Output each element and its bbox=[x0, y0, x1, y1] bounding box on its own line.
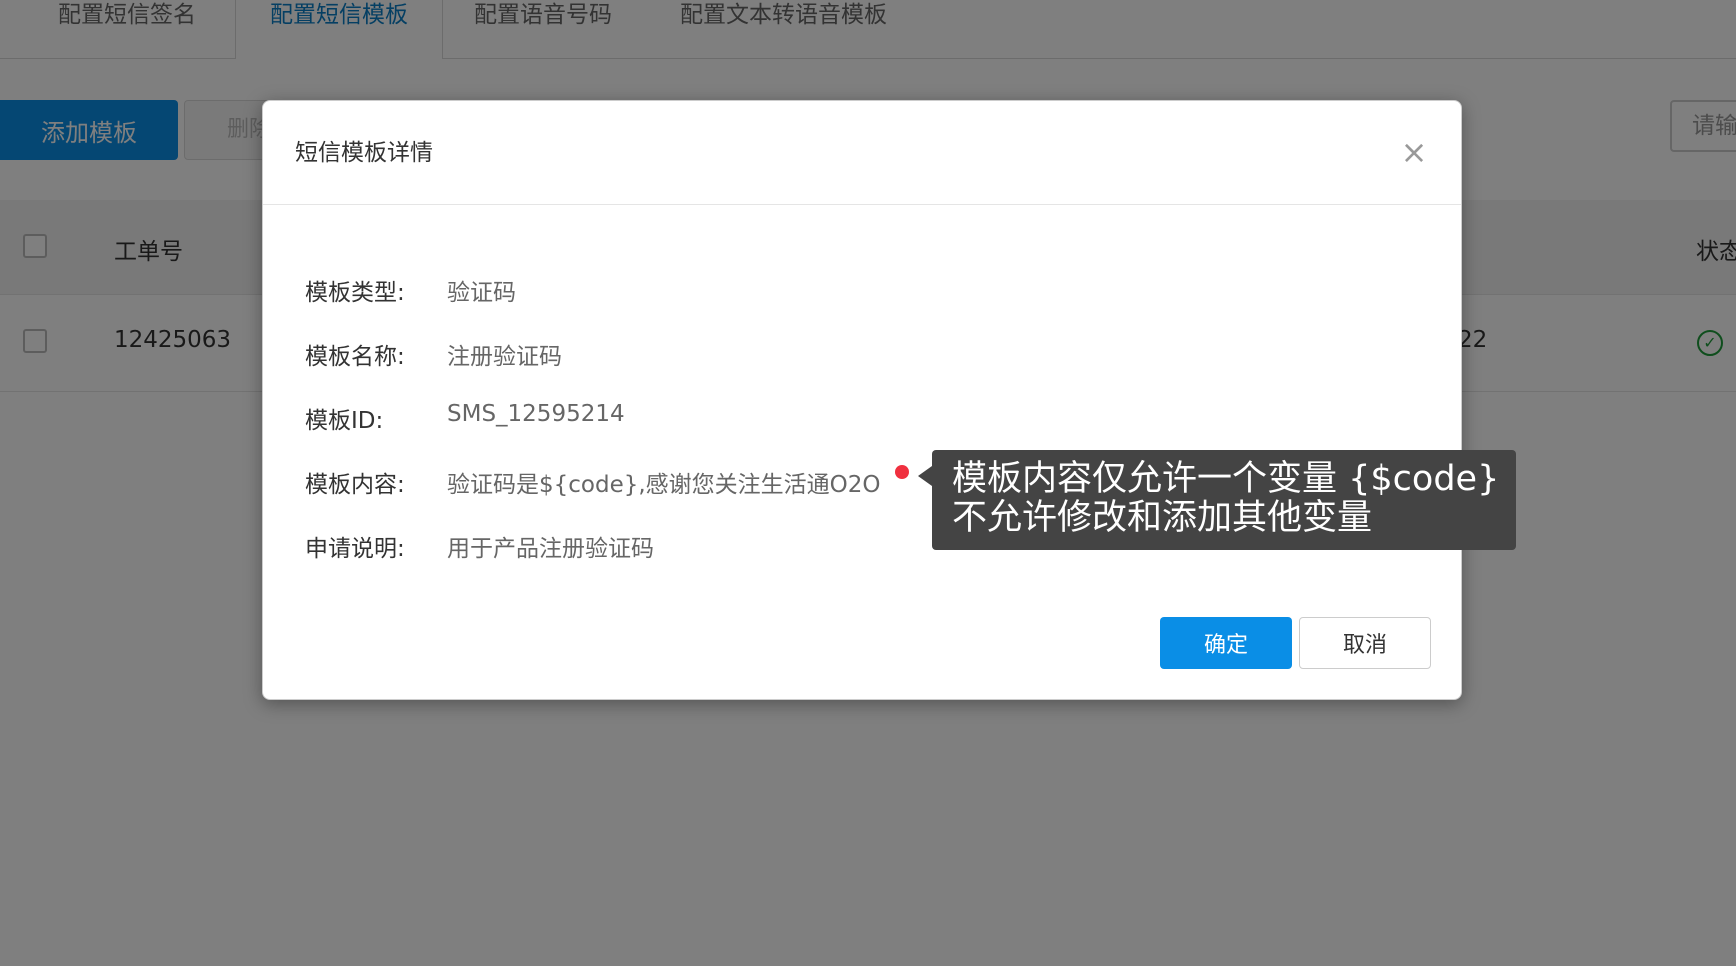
field-label: 模板ID: bbox=[305, 408, 384, 434]
field-label: 模板内容: bbox=[305, 472, 405, 498]
field-value: 验证码是${code},感谢您关注生活通O2O bbox=[447, 472, 881, 498]
field-value: SMS_12595214 bbox=[447, 401, 625, 427]
variable-rule-tooltip: 模板内容仅允许一个变量 {$code} 不允许修改和添加其他变量 bbox=[918, 450, 1516, 550]
field-label: 模板名称: bbox=[305, 344, 405, 370]
field-value: 用于产品注册验证码 bbox=[447, 536, 654, 562]
close-icon[interactable]: × bbox=[1399, 136, 1429, 168]
tooltip-line: 模板内容仅允许一个变量 {$code} bbox=[952, 459, 1500, 499]
field-label: 模板类型: bbox=[305, 280, 405, 306]
modal-header: 短信模板详情 × bbox=[263, 101, 1461, 205]
confirm-button[interactable]: 确定 bbox=[1160, 617, 1292, 669]
modal-title: 短信模板详情 bbox=[295, 140, 433, 166]
tooltip-line: 不允许修改和添加其他变量 bbox=[952, 498, 1373, 538]
field-value: 注册验证码 bbox=[447, 344, 562, 370]
field-value: 验证码 bbox=[447, 280, 516, 306]
field-label: 申请说明: bbox=[305, 536, 405, 562]
cancel-button[interactable]: 取消 bbox=[1299, 617, 1431, 669]
template-detail-modal: 短信模板详情 × 模板类型: 验证码 模板名称: 注册验证码 模板ID: SMS… bbox=[262, 100, 1462, 700]
alert-dot-icon bbox=[895, 465, 909, 479]
